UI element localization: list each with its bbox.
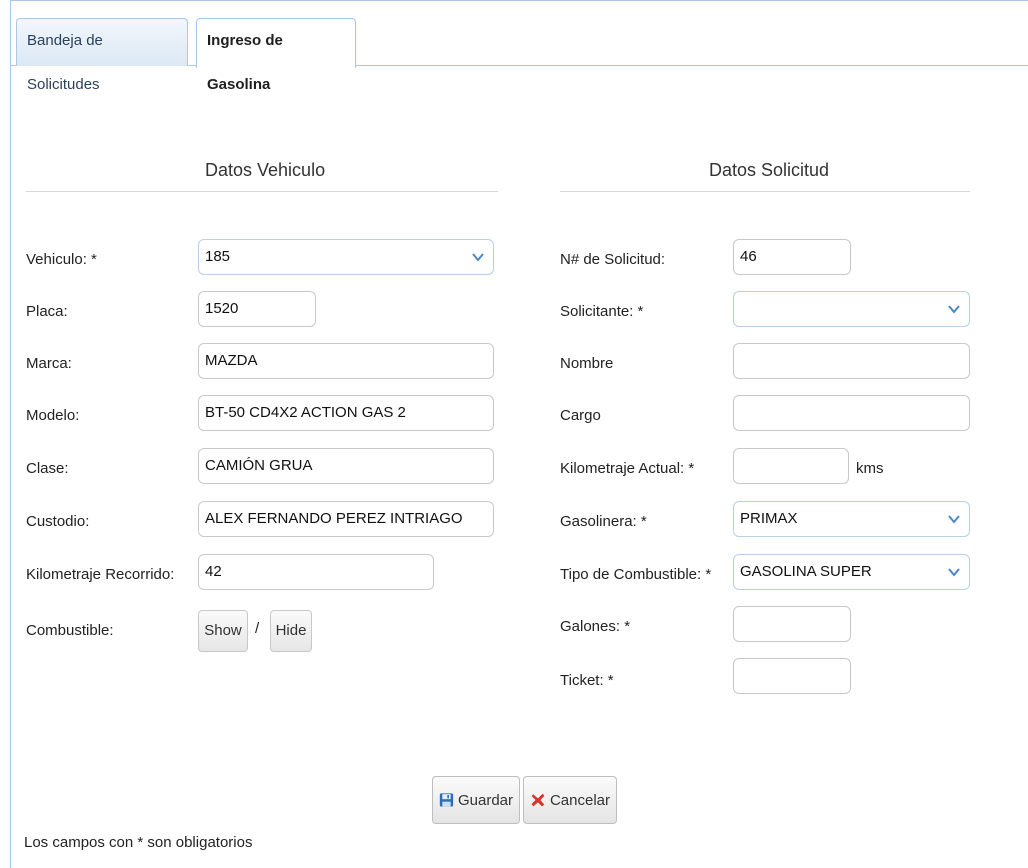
modelo-field[interactable]: BT-50 CD4X2 ACTION GAS 2 [198, 395, 494, 431]
save-label: Guardar [457, 791, 513, 809]
content-frame [10, 0, 1028, 868]
vehiculo-value: 185 [205, 248, 231, 265]
divider-solicitud [560, 191, 970, 192]
tipo-combustible-label: Tipo de Combustible: * [560, 566, 712, 583]
custodio-field[interactable]: ALEX FERNANDO PEREZ INTRIAGO [198, 501, 494, 537]
save-button[interactable]: Guardar [432, 776, 520, 824]
divider-vehiculo [26, 191, 498, 192]
solicitante-label: Solicitante: * [560, 303, 644, 320]
section-title-solicitud: Datos Solicitud [709, 160, 830, 180]
ticket-label: Ticket: * [560, 672, 614, 689]
marca-label: Marca: [26, 355, 72, 372]
red-x-icon [531, 793, 545, 807]
gasolinera-label: Gasolinera: * [560, 513, 647, 530]
tab-ingreso-gasolina[interactable]: Ingreso de Gasolina [196, 18, 356, 93]
cargo-label: Cargo [560, 407, 601, 424]
numero-solicitud-label: N# de Solicitud: [560, 251, 666, 268]
cancel-button[interactable]: Cancelar [523, 776, 617, 824]
tab-bandeja-solicitudes[interactable]: Bandeja de Solicitudes [16, 18, 188, 93]
custodio-label: Custodio: [26, 513, 90, 530]
tipo-combustible-value: GASOLINA SUPER [740, 563, 872, 580]
galones-field[interactable] [733, 606, 851, 642]
solicitante-select[interactable] [733, 291, 970, 327]
vehiculo-label: Vehiculo: * [26, 251, 97, 268]
nombre-label: Nombre [560, 355, 614, 372]
galones-label: Galones: * [560, 618, 631, 635]
nombre-field[interactable] [733, 343, 970, 379]
chevron-down-icon [472, 253, 484, 262]
gasolinera-select[interactable]: PRIMAX [733, 501, 970, 537]
combustible-label: Combustible: [26, 622, 114, 639]
gasolinera-value: PRIMAX [740, 510, 798, 527]
km-recorrido-label: Kilometraje Recorrido: [26, 566, 175, 583]
clase-label: Clase: [26, 460, 69, 477]
km-actual-label: Kilometraje Actual: * [560, 460, 695, 477]
numero-solicitud-field[interactable]: 46 [733, 239, 851, 275]
tipo-combustible-select[interactable]: GASOLINA SUPER [733, 554, 970, 590]
chevron-down-icon [948, 568, 960, 577]
hide-button[interactable]: Hide [270, 610, 312, 652]
floppy-disk-icon [439, 793, 454, 807]
ticket-field[interactable] [733, 658, 851, 694]
chevron-down-icon [948, 515, 960, 524]
placa-field[interactable]: 1520 [198, 291, 316, 327]
km-actual-field[interactable] [733, 448, 849, 484]
tab-label: Bandeja de Solicitudes [27, 32, 103, 93]
section-title-vehiculo: Datos Vehiculo [205, 160, 326, 180]
required-fields-note: Los campos con * son obligatorios [24, 834, 253, 851]
km-recorrido-field[interactable]: 42 [198, 554, 434, 590]
modelo-label: Modelo: [26, 407, 80, 424]
show-button[interactable]: Show [198, 610, 248, 652]
cancel-label: Cancelar [549, 791, 610, 809]
show-hide-separator: / [255, 620, 260, 637]
placa-label: Placa: [26, 303, 68, 320]
vehiculo-select[interactable]: 185 [198, 239, 494, 275]
cargo-field[interactable] [733, 395, 970, 431]
chevron-down-icon [948, 305, 960, 314]
km-unit-label: kms [856, 460, 884, 477]
clase-field[interactable]: CAMIÓN GRUA [198, 448, 494, 484]
marca-field[interactable]: MAZDA [198, 343, 494, 379]
